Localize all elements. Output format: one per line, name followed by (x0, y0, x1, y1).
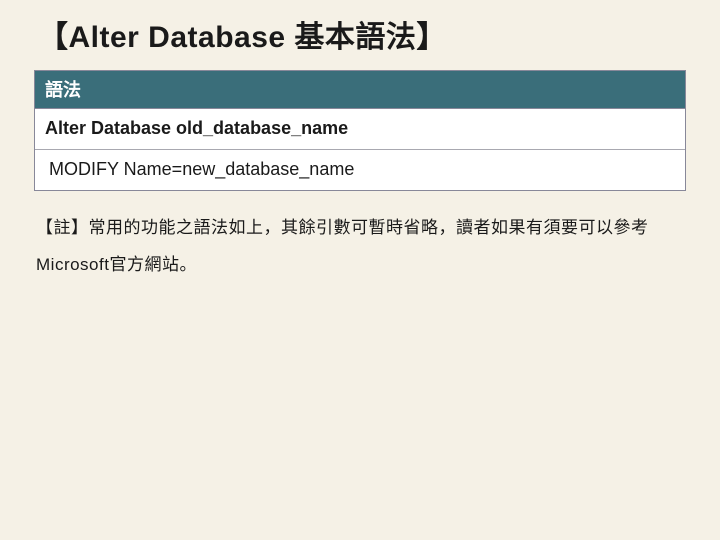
syntax-header: 語法 (35, 71, 685, 109)
syntax-row: MODIFY Name=new_database_name (35, 150, 685, 190)
syntax-row: Alter Database old_database_name (35, 109, 685, 150)
page-title: 【Alter Database 基本語法】 (34, 12, 686, 56)
slide: 【Alter Database 基本語法】 語法 Alter Database … (0, 0, 720, 540)
note-text: 【註】常用的功能之語法如上，其餘引數可暫時省略，讀者如果有須要可以參考Micro… (34, 209, 686, 284)
syntax-box: 語法 Alter Database old_database_name MODI… (34, 70, 686, 191)
